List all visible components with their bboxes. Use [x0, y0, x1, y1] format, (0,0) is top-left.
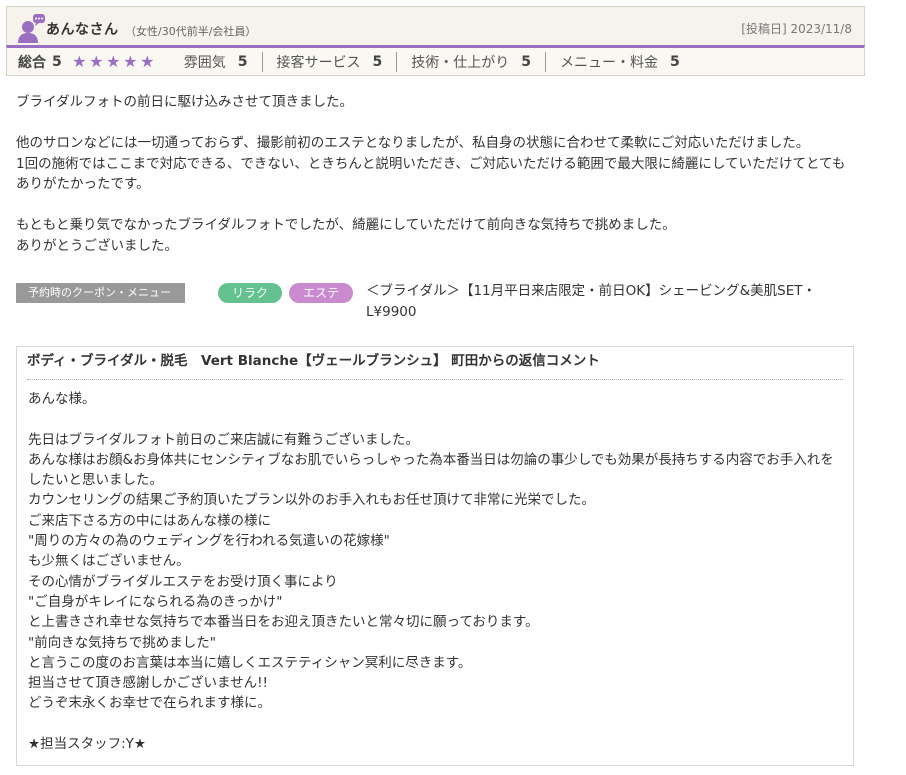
rating-technique: 技術・仕上がり 5: [396, 51, 545, 72]
reply-title: ボディ・ブライダル・脱毛 Vert Blanche【ヴェールブランシュ】 町田か…: [27, 351, 843, 380]
review-header: あんなさん （女性/30代前半/会社員） [投稿日] 2023/11/8: [6, 6, 865, 45]
rating-value: 5: [521, 53, 531, 70]
review-card: あんなさん （女性/30代前半/会社員） [投稿日] 2023/11/8 総合 …: [6, 6, 865, 76]
star-icon: ★: [140, 51, 155, 71]
review-paragraph: ブライダルフォトの前日に駆け込みさせて頂きました。: [16, 94, 353, 110]
rating-label: 技術・仕上がり: [411, 54, 510, 71]
star-rating: ★ ★ ★ ★ ★: [71, 51, 156, 71]
rating-value: 5: [670, 53, 680, 70]
star-icon: ★: [123, 51, 138, 71]
coupon-label: 予約時のクーポン・メニュー: [16, 283, 185, 303]
rating-menu-price: メニュー・料金 5: [545, 51, 694, 72]
rating-value: 5: [372, 53, 383, 70]
overall-score: 5: [52, 53, 62, 70]
review-text: ブライダルフォトの前日に駆け込みさせて頂きました。 他のサロンなどには一切通って…: [16, 92, 866, 277]
star-icon: ★: [106, 51, 121, 71]
overall-rating: 総合 5: [7, 52, 62, 72]
reviewer-profile: （女性/30代前半/会社員）: [125, 25, 257, 38]
post-date: [投稿日] 2023/11/8: [741, 22, 852, 36]
reply-paragraph: 先日はブライダルフォト前日のご来店誠に有難うございました。 あんな様はお顔&お身…: [28, 431, 834, 712]
overall-label: 総合: [18, 54, 46, 71]
ratings-bar: 総合 5 ★ ★ ★ ★ ★ 雰囲気 5 接客サービス 5 技術・仕上がり 5 メニュー…: [6, 45, 865, 76]
reply-paragraph: あんな様。: [28, 391, 96, 407]
reply-paragraph: ★担当スタッフ:Y★: [28, 736, 146, 753]
user-avatar-icon: [18, 14, 45, 43]
rating-label: メニュー・料金: [560, 54, 658, 71]
star-icon: ★: [72, 51, 87, 71]
tag-relax[interactable]: リラク: [218, 283, 282, 303]
rating-service: 接客サービス 5: [261, 51, 397, 72]
star-icon: ★: [89, 51, 104, 71]
review-paragraph: もともと乗り気でなかったブライダルフォトでしたが、綺麗にしていただけて前向きな気…: [16, 217, 676, 254]
rating-label: 雰囲気: [183, 54, 226, 71]
coupon-menu-text: ＜ブライダル＞【11月平日来店限定・前日OK】シェービング&美肌SET・ L¥9…: [366, 283, 816, 320]
rating-value: 5: [237, 53, 248, 70]
reply-text: あんな様。 先日はブライダルフォト前日のご来店誠に有難うございました。 あんな様…: [28, 389, 848, 775]
salon-reply: ボディ・ブライダル・脱毛 Vert Blanche【ヴェールブランシュ】 町田か…: [16, 346, 854, 766]
tag-este[interactable]: エステ: [289, 283, 353, 303]
review-paragraph: 他のサロンなどには一切通っておらず、撮影前初のエステとなりましたが、私自身の状態…: [16, 135, 846, 192]
rating-label: 接客サービス: [276, 54, 361, 71]
coupon-menu-link[interactable]: ＜ブライダル＞【11月平日来店限定・前日OK】シェービング&美肌SET・ L¥9…: [366, 281, 836, 322]
rating-atmosphere: 雰囲気 5: [184, 52, 262, 72]
reviewer-name: あんなさん: [46, 22, 119, 38]
